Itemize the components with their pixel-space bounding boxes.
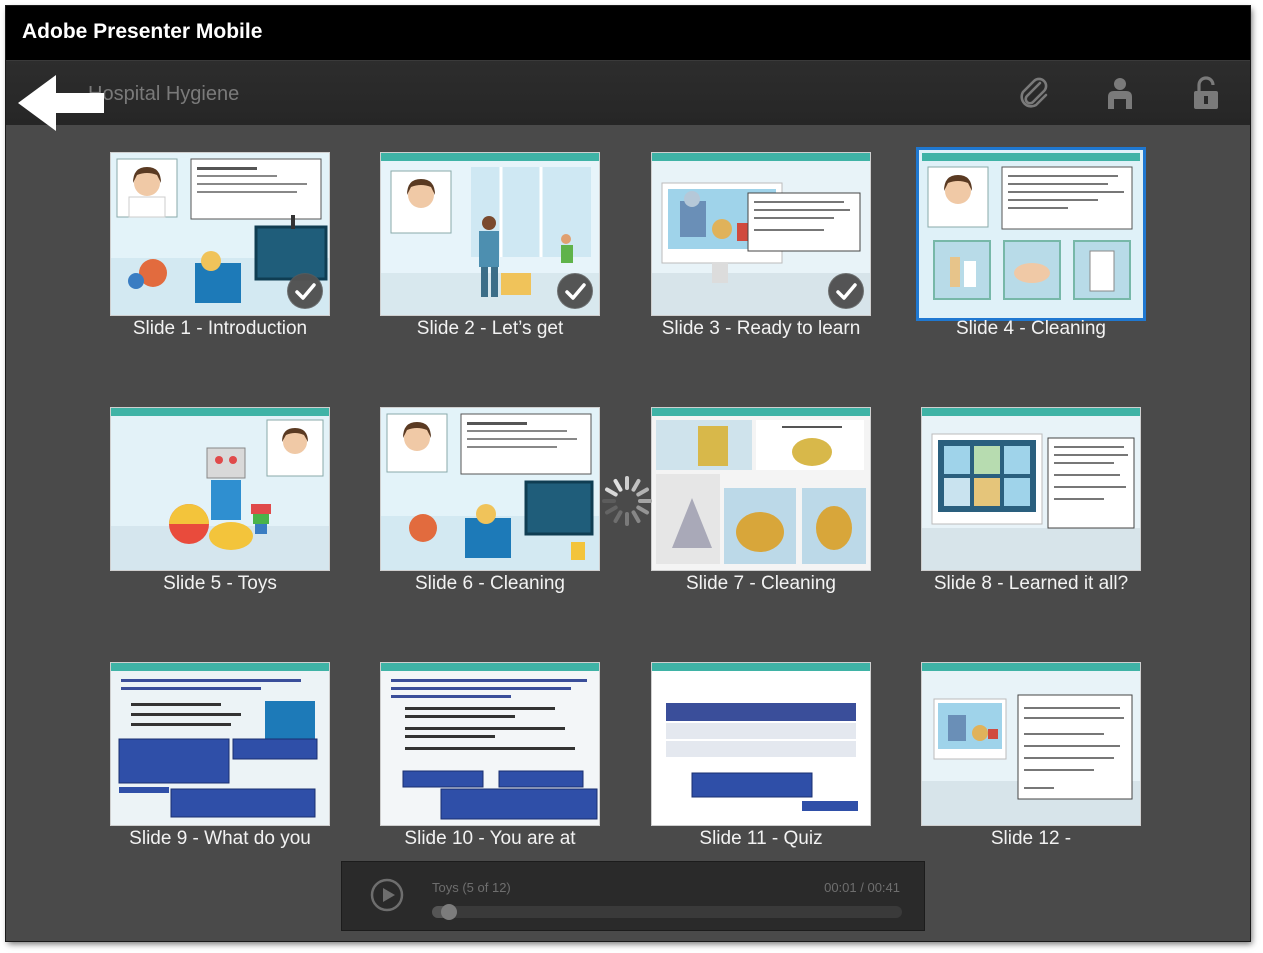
slide-caption: Slide 8 - Learned it all?: [933, 573, 1129, 594]
slide-thumbnail-image: [111, 663, 329, 825]
person-icon[interactable]: [1102, 75, 1138, 111]
slide-thumbnail[interactable]: [380, 407, 600, 571]
progress-knob[interactable]: [441, 904, 457, 920]
slide-thumbnail-image: [381, 663, 599, 825]
checkmark-icon: [828, 273, 864, 309]
app-window: Adobe Presenter Mobile Hospital Hygiene: [6, 6, 1250, 941]
progress-track[interactable]: [432, 904, 902, 920]
slide-thumbnail[interactable]: [110, 407, 330, 571]
slide-thumbnail-image: [111, 408, 329, 570]
slide-thumbnail-image: [652, 663, 870, 825]
slide-caption: Slide 6 - Cleaning: [415, 573, 565, 594]
media-player: Toys (5 of 12) 00:01 / 00:41: [341, 861, 925, 931]
checkmark-icon: [557, 273, 593, 309]
back-arrow-icon[interactable]: [16, 71, 106, 135]
slide-caption: Slide 7 - Cleaning: [686, 573, 836, 594]
slide-thumbnail-image: [381, 408, 599, 570]
slide-caption: Slide 11 - Quiz: [699, 828, 823, 849]
playback-time: 00:01 / 00:41: [824, 880, 900, 895]
slide-thumbnail[interactable]: [651, 152, 871, 316]
slide-thumbnail[interactable]: [380, 662, 600, 826]
slide-caption: Slide 5 - Toys: [163, 573, 277, 594]
now-playing-label: Toys (5 of 12): [432, 880, 511, 895]
slide-caption: Slide 9 - What do you: [129, 828, 311, 849]
slide-thumbnail[interactable]: [110, 662, 330, 826]
slide-thumbnail-image: [922, 663, 1140, 825]
play-icon[interactable]: [370, 878, 404, 912]
slide-thumbnail-image: [922, 408, 1140, 570]
slide-thumbnail[interactable]: [651, 662, 871, 826]
slide-thumbnail[interactable]: [110, 152, 330, 316]
slide-thumbnail-image: [922, 153, 1140, 315]
paperclip-icon[interactable]: [1016, 75, 1052, 111]
nav-bar: Hospital Hygiene: [6, 60, 1250, 131]
lock-icon[interactable]: [1188, 75, 1224, 111]
course-title: Hospital Hygiene: [88, 83, 240, 105]
slide-caption: Slide 2 - Let’s get: [416, 318, 564, 339]
slide-thumbnail[interactable]: [921, 662, 1141, 826]
slide-thumbnail[interactable]: [380, 152, 600, 316]
slide-caption: Slide 4 - Cleaning: [956, 318, 1106, 339]
title-bar: Adobe Presenter Mobile: [6, 6, 1250, 60]
slide-thumbnail[interactable]: [651, 407, 871, 571]
slide-caption: Slide 10 - You are at: [404, 828, 576, 849]
checkmark-icon: [287, 273, 323, 309]
app-title: Adobe Presenter Mobile: [22, 20, 263, 43]
slide-thumbnail-selected[interactable]: [916, 147, 1146, 321]
slide-thumbnail[interactable]: [921, 407, 1141, 571]
slide-thumbnail-image: [652, 408, 870, 570]
slide-caption: Slide 3 - Ready to learn: [661, 318, 861, 339]
slide-caption: Slide 1 - Introduction: [132, 318, 308, 339]
spinner-icon: [602, 476, 652, 526]
slide-caption: Slide 12 -: [990, 828, 1072, 849]
